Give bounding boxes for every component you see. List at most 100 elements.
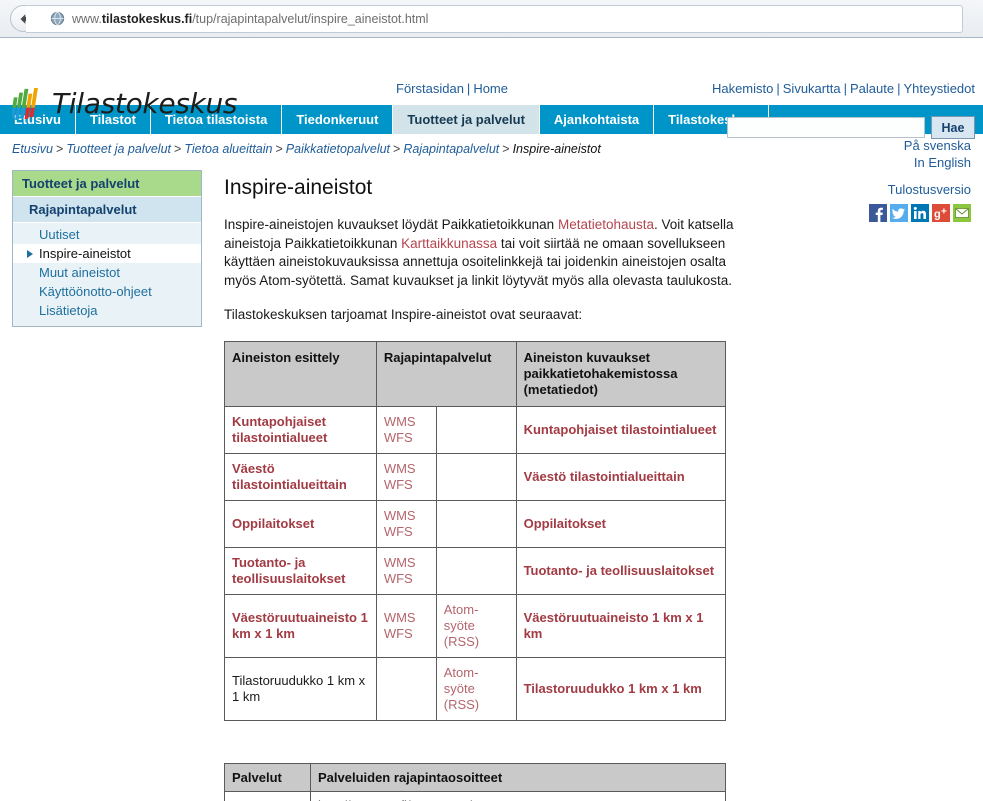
link-dataset-name[interactable]: Väestöruutuaineisto 1 km x 1 km (232, 610, 368, 641)
utility-links: Hakemisto | Sivukartta | Palaute | Yhteystiedo… (712, 81, 975, 96)
link-dataset-name[interactable]: Tuotanto- ja teollisuuslaitokset (232, 555, 345, 586)
globe-icon (50, 11, 65, 26)
link-wms[interactable]: WMS (384, 508, 416, 523)
link-dataset-name[interactable]: Väestö tilastointialueittain (232, 461, 347, 492)
cell-atom (435, 546, 517, 595)
link-wfs[interactable]: WFS (384, 430, 413, 445)
link-sivukartta[interactable]: Sivukartta (783, 81, 841, 96)
link-metadata[interactable]: Oppilaitokset (524, 516, 606, 531)
linkedin-icon[interactable] (911, 204, 929, 222)
cell-metadata: Väestö tilastointialueittain (515, 452, 727, 501)
sidebar: Tuotteet ja palvelut Rajapintapalvelut U… (12, 170, 202, 327)
language-links: Förstasidan | Home (396, 81, 508, 96)
sidebar-item-inspire-aineistot[interactable]: Inspire-aineistot (13, 244, 201, 263)
link-metatietohausta[interactable]: Metatietohausta (558, 217, 654, 232)
link-wms[interactable]: WMS (384, 414, 416, 429)
link-atom-syote[interactable]: Atom-syöte (RSS) (444, 665, 479, 712)
cell-atom (435, 499, 517, 548)
datasets-table: Aineiston esittely Rajapintapalvelut Ain… (224, 340, 727, 721)
cell-services: WMS WFS (375, 593, 437, 658)
link-yhteystiedot[interactable]: Yhteystiedot (903, 81, 975, 96)
sidebar-item-kayttoonotto-ohjeet[interactable]: Käyttöönotto-ohjeet (13, 282, 201, 301)
url-prefix: www. (72, 11, 102, 26)
link-separator: | (466, 81, 471, 96)
breadcrumb-separator: > (56, 142, 64, 156)
page-root: Tilastokeskus Förstasidan | Home Hakemisto… (0, 38, 983, 801)
nav-tab-ajankohtaista[interactable]: Ajankohtaista (539, 105, 655, 134)
column-header-rajapintapalvelut: Rajapintapalvelut (375, 340, 517, 407)
link-metadata[interactable]: Väestö tilastointialueittain (524, 469, 685, 484)
tilastokeskus-logo-icon (12, 87, 38, 120)
nav-tab-tiedonkeruut[interactable]: Tiedonkeruut (282, 105, 394, 134)
column-header-palvelut: Palvelut (224, 762, 311, 792)
table-row: WMS http://geo.stat.fi/geoserver/wms (224, 790, 726, 801)
breadcrumb-item-tuotteet-ja-palvelut[interactable]: Tuotteet ja palvelut (66, 142, 171, 156)
link-separator: | (843, 81, 847, 96)
link-forstasidan[interactable]: Förstasidan (396, 81, 464, 96)
link-wms[interactable]: WMS (384, 610, 416, 625)
sidebar-item-lisatietoja[interactable]: Lisätietoja (13, 301, 201, 320)
link-hakemisto[interactable]: Hakemisto (712, 81, 773, 96)
breadcrumb-separator: > (393, 142, 401, 156)
breadcrumb-item-rajapintapalvelut[interactable]: Rajapintapalvelut (403, 142, 499, 156)
services-table-head: Palvelut Palveluiden rajapintaosoitteet (224, 762, 726, 792)
sidebar-subheading-rajapintapalvelut[interactable]: Rajapintapalvelut (13, 197, 201, 223)
cell-services (375, 656, 437, 721)
link-metadata[interactable]: Väestöruutuaineisto 1 km x 1 km (524, 610, 704, 641)
datasets-table-head: Aineiston esittely Rajapintapalvelut Ain… (224, 340, 727, 407)
table-header-row: Palvelut Palveluiden rajapintaosoitteet (224, 762, 726, 792)
email-icon[interactable] (953, 204, 971, 222)
link-separator: | (776, 81, 780, 96)
facebook-icon[interactable] (869, 204, 887, 222)
sidebar-item-muut-aineistot[interactable]: Muut aineistot (13, 263, 201, 282)
intro-paragraph: Inspire-aineistojen kuvaukset löydät Pai… (224, 216, 744, 290)
intro-text-1: Inspire-aineistojen kuvaukset löydät Pai… (224, 217, 558, 232)
breadcrumb-item-etusivu[interactable]: Etusivu (12, 142, 53, 156)
link-tulostusversio[interactable]: Tulostusversio (869, 181, 971, 198)
link-metadata[interactable]: Tilastoruudukko 1 km x 1 km (524, 681, 702, 696)
table-row: Väestö tilastointialueittain WMS WFS Väes… (224, 452, 727, 501)
table-row: Väestöruutuaineisto 1 km x 1 km WMS WFS A… (224, 593, 727, 658)
link-palaute[interactable]: Palaute (850, 81, 894, 96)
cell-metadata: Tilastoruudukko 1 km x 1 km (515, 656, 727, 721)
cell-dataset-name: Oppilaitokset (224, 499, 377, 548)
browser-toolbar: www.tilastokeskus.fi/tup/rajapintapalvel… (0, 0, 983, 38)
main-column: Inspire-aineistot Inspire-aineistojen ku… (224, 170, 744, 801)
breadcrumb-row: Etusivu > Tuotteet ja palvelut > Tietoa alue… (0, 134, 983, 222)
link-pa-svenska[interactable]: På svenska (869, 137, 971, 154)
sidebar-item-uutiset[interactable]: Uutiset (13, 225, 201, 244)
table-row: Tilastoruudukko 1 km x 1 km Atom-syöte (… (224, 656, 727, 721)
cell-services: WMS WFS (375, 452, 437, 501)
breadcrumb-item-paikkatietopalvelut[interactable]: Paikkatietopalvelut (286, 142, 390, 156)
link-wms[interactable]: WMS (384, 555, 416, 570)
link-atom-syote[interactable]: Atom-syöte (RSS) (444, 602, 479, 649)
url-domain: tilastokeskus.fi (101, 11, 193, 26)
link-wfs[interactable]: WFS (384, 626, 413, 641)
link-wfs[interactable]: WFS (384, 571, 413, 586)
table-header-row: Aineiston esittely Rajapintapalvelut Ain… (224, 340, 727, 407)
svg-text:g: g (934, 209, 941, 221)
link-wms[interactable]: WMS (384, 461, 416, 476)
nav-tab-tuotteet-ja-palvelut[interactable]: Tuotteet ja palvelut (393, 105, 540, 134)
link-in-english[interactable]: In English (869, 154, 971, 171)
site-logo[interactable]: Tilastokeskus (12, 85, 238, 121)
link-wfs[interactable]: WFS (384, 524, 413, 539)
link-metadata[interactable]: Kuntapohjaiset tilastointialueet (524, 422, 717, 437)
url-bar[interactable]: www.tilastokeskus.fi/tup/rajapintapalvel… (26, 4, 963, 33)
breadcrumb-separator: > (174, 142, 182, 156)
link-home[interactable]: Home (473, 81, 508, 96)
cell-metadata: Oppilaitokset (515, 499, 727, 548)
sidebar-list: Uutiset Inspire-aineistot Muut aineistot… (13, 223, 201, 326)
cell-dataset-name: Väestöruutuaineisto 1 km x 1 km (224, 593, 377, 658)
link-wfs[interactable]: WFS (384, 477, 413, 492)
breadcrumb-item-tietoa-alueittain[interactable]: Tietoa alueittain (184, 142, 272, 156)
twitter-icon[interactable] (890, 204, 908, 222)
breadcrumb-separator: > (275, 142, 283, 156)
link-metadata[interactable]: Tuotanto- ja teollisuuslaitokset (524, 563, 714, 578)
link-karttaikkunassa[interactable]: Karttaikkunassa (401, 236, 497, 251)
page-tools: På svenska In English Tulostusversio g + (869, 137, 971, 222)
googleplus-icon[interactable]: g + (932, 204, 950, 222)
link-dataset-name[interactable]: Kuntapohjaiset tilastointialueet (232, 414, 327, 445)
cell-services: WMS WFS (375, 546, 437, 595)
link-dataset-name[interactable]: Oppilaitokset (232, 516, 314, 531)
